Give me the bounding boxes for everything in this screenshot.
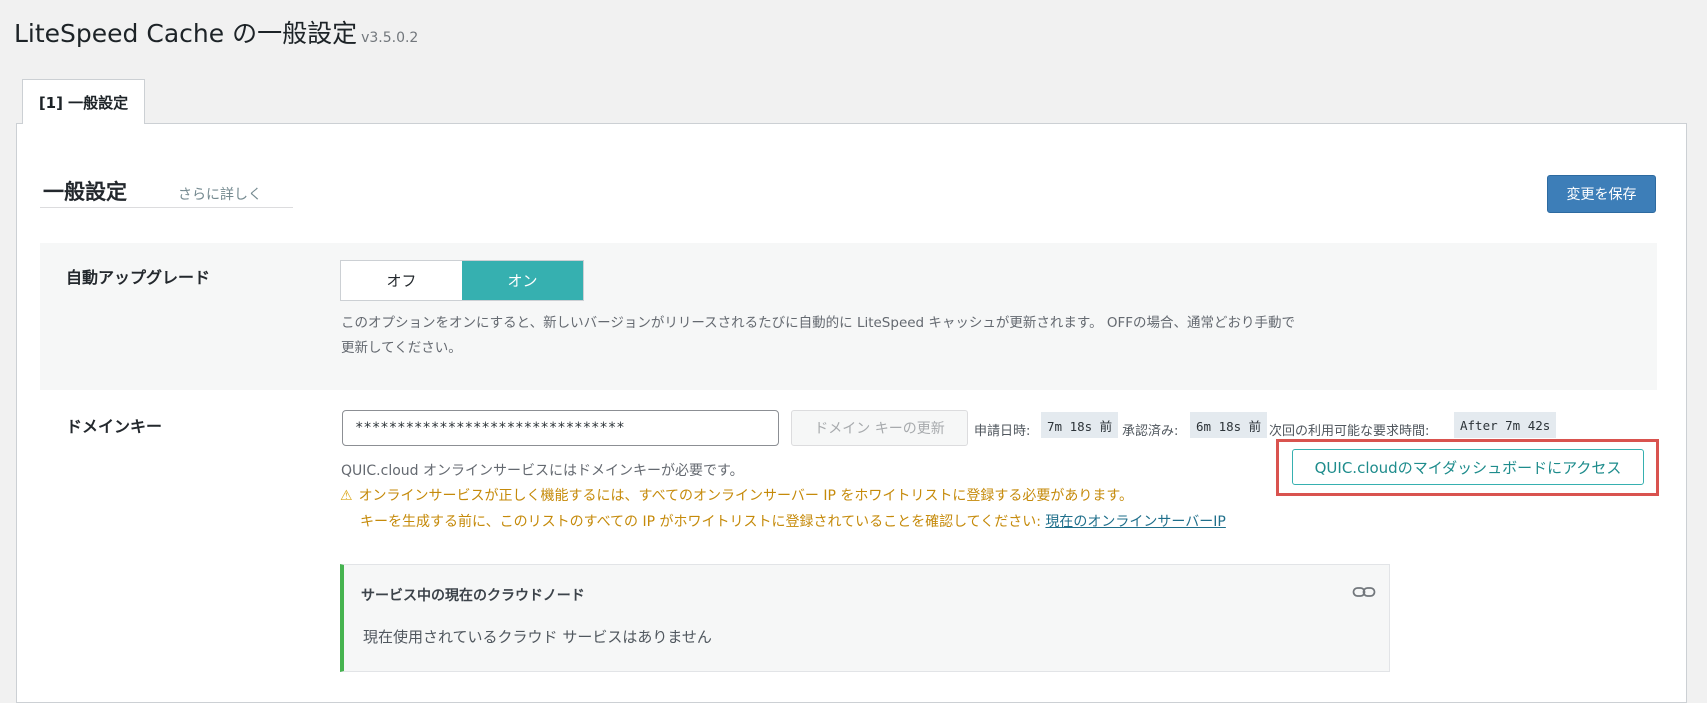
warning-icon: ⚠ (340, 488, 353, 504)
auto-upgrade-toggle: オフ オン (340, 260, 584, 301)
next-request-value: After 7m 42s (1454, 412, 1557, 438)
toggle-off-option[interactable]: オフ (341, 261, 462, 300)
cloud-node-body: 現在使用されているクラウド サービスはありません (363, 628, 712, 646)
auto-upgrade-description-line1: このオプションをオンにすると、新しいバージョンがリリースされるたびに自動的に L… (341, 315, 1296, 331)
tab-general-settings[interactable]: [1] 一般設定 (22, 79, 145, 124)
applied-time-label: 申請日時: (974, 424, 1031, 439)
section-title: 一般設定 (43, 180, 127, 204)
page-title-text: LiteSpeed Cache の一般設定 (14, 19, 358, 48)
domain-key-label: ドメインキー (66, 417, 163, 436)
approved-label: 承認済み: (1122, 424, 1179, 439)
learn-more-link[interactable]: さらに詳しく (178, 184, 262, 204)
page-title: LiteSpeed Cache の一般設定 v3.5.0.2 (14, 14, 418, 50)
warning-line-2: キーを生成する前に、このリストのすべての IP がホワイトリストに登録されている… (360, 511, 1226, 531)
domain-key-input[interactable] (342, 410, 779, 446)
auto-upgrade-label: 自動アップグレード (66, 268, 211, 287)
warning-line-1: ⚠ オンラインサービスが正しく機能するには、すべてのオンラインサーバー IP をホ… (340, 485, 1133, 505)
save-changes-button[interactable]: 変更を保存 (1547, 175, 1656, 213)
version-label: v3.5.0.2 (361, 30, 419, 46)
auto-upgrade-description-line2: 更新してください。 (341, 340, 462, 356)
section-divider (40, 207, 293, 208)
quic-cloud-dashboard-button[interactable]: QUIC.cloudのマイダッシュボードにアクセス (1292, 449, 1644, 485)
approved-value: 6m 18s 前 (1190, 412, 1268, 438)
warning-text-1: オンラインサービスが正しく機能するには、すべてのオンラインサーバー IP をホワ… (358, 488, 1133, 504)
domain-key-info: QUIC.cloud オンラインサービスにはドメインキーが必要です。 (341, 463, 744, 479)
auto-upgrade-description: このオプションをオンにすると、新しいバージョンがリリースされるたびに自動的に L… (341, 311, 1295, 361)
cloud-node-box (340, 564, 1390, 672)
cloud-node-title: サービス中の現在のクラウドノード (361, 588, 585, 604)
online-server-ip-link[interactable]: 現在のオンラインサーバーIP (1045, 514, 1225, 530)
applied-time-value: 7m 18s 前 (1041, 412, 1119, 438)
next-request-label: 次回の利用可能な要求時間: (1269, 424, 1430, 439)
warning-text-2: キーを生成する前に、このリストのすべての IP がホワイトリストに登録されている… (360, 514, 1041, 530)
toggle-on-option[interactable]: オン (462, 261, 583, 300)
refresh-domain-key-button[interactable]: ドメイン キーの更新 (791, 410, 968, 446)
link-icon[interactable] (1352, 585, 1376, 599)
